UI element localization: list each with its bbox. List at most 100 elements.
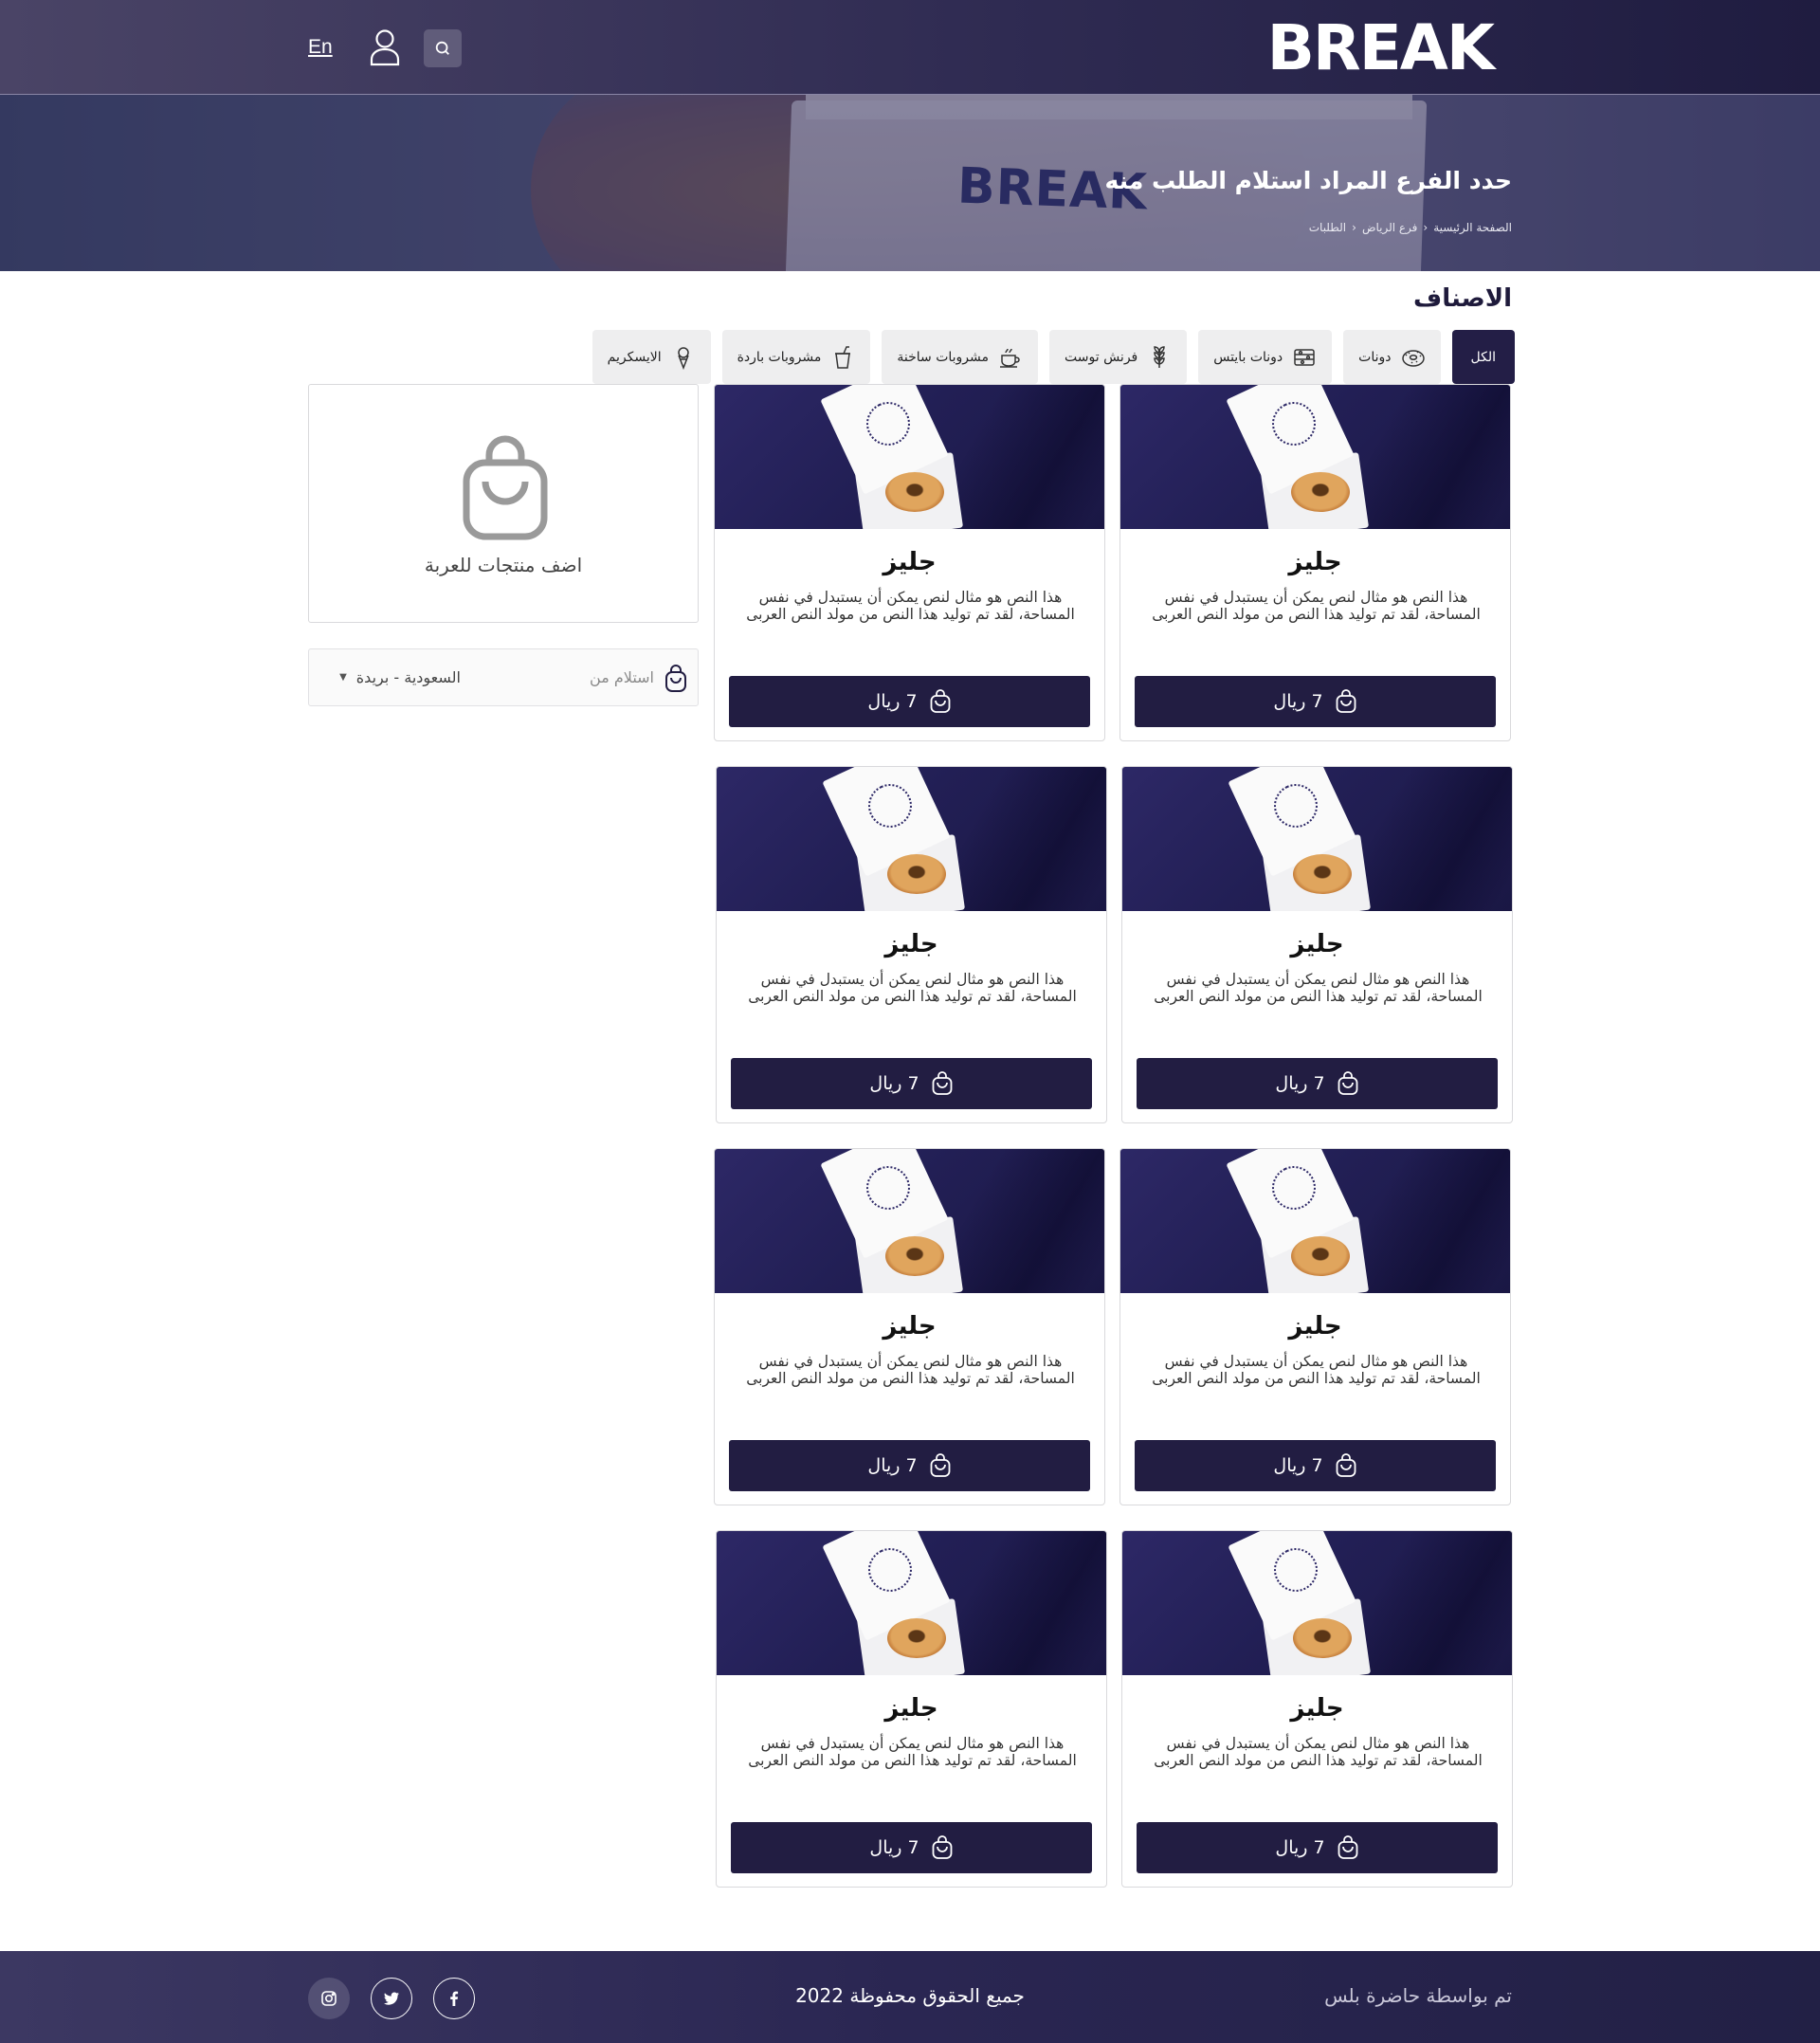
ice-cream-icon	[677, 346, 689, 370]
donut-photo	[1291, 1236, 1350, 1276]
product-description: هذا النص هو مثال لنص يمكن أن يستبدل في ن…	[1152, 1353, 1481, 1387]
product-image	[1120, 385, 1510, 529]
footer-copyright: جميع الحقوق محفوظة 2022	[795, 1984, 1025, 2007]
product-name: جليز	[1290, 1694, 1344, 1723]
product-name: جليز	[884, 930, 938, 958]
donut-icon	[1401, 349, 1425, 367]
tab-label: فرنش توست	[1065, 349, 1138, 365]
donut-photo	[887, 1618, 946, 1658]
coffee-cup-icon	[1000, 348, 1020, 368]
product-name: جليز	[1288, 1312, 1342, 1341]
twitter-link[interactable]	[371, 1978, 412, 2019]
donut-photo	[885, 1236, 944, 1276]
pickup-label: استلام من	[590, 668, 654, 686]
add-to-cart-button[interactable]: 7 ريال	[731, 1058, 1092, 1109]
user-account-button[interactable]	[369, 28, 401, 66]
twitter-icon	[384, 1992, 399, 2005]
tab-label: دونات بايتس	[1213, 349, 1283, 365]
product-price: 7 ريال	[867, 1455, 918, 1476]
categories-title: الاصناف	[1413, 284, 1512, 313]
tab-ice-cream[interactable]: الايسكريم	[592, 330, 711, 384]
donut-photo	[887, 854, 946, 894]
product-description: هذا النص هو مثال لنص يمكن أن يستبدل في ن…	[1154, 1735, 1483, 1769]
product-image	[1122, 1531, 1512, 1675]
cart-panel: اضف منتجات للعربة	[308, 384, 699, 623]
language-switch-link[interactable]: En	[308, 36, 333, 59]
breadcrumb-home[interactable]: الصفحة الرئيسية	[1433, 221, 1512, 234]
category-tabs: الكل دونات دونات بايتس فرنش توست مشروبات…	[592, 330, 1515, 384]
brand-logo[interactable]: BREAK	[1267, 11, 1495, 84]
breadcrumb-current: الطلبات	[1308, 221, 1347, 234]
hero-overlay	[0, 95, 1820, 271]
instagram-icon	[321, 1991, 337, 2006]
product-card[interactable]: جليز هذا النص هو مثال لنص يمكن أن يستبدل…	[714, 384, 1105, 741]
pickup-branch-selector[interactable]: استلام من السعودية - بريدة ▼	[308, 648, 699, 706]
product-card[interactable]: جليز هذا النص هو مثال لنص يمكن أن يستبدل…	[714, 1148, 1105, 1505]
product-price: 7 ريال	[867, 691, 918, 712]
product-price: 7 ريال	[1275, 1837, 1325, 1858]
shopping-bag-icon	[1336, 1453, 1356, 1477]
product-description: هذا النص هو مثال لنص يمكن أن يستبدل في ن…	[1154, 971, 1483, 1005]
product-image	[717, 1531, 1106, 1675]
pickup-branch-dropdown[interactable]: السعودية - بريدة ▼	[339, 668, 461, 686]
tab-cold-drinks[interactable]: مشروبات باردة	[721, 330, 871, 384]
add-to-cart-button[interactable]: 7 ريال	[1137, 1822, 1498, 1873]
tab-label: مشروبات باردة	[737, 349, 822, 365]
donut-photo	[1293, 1618, 1352, 1658]
tab-hot-drinks[interactable]: مشروبات ساخنة	[882, 330, 1039, 384]
donut-bites-icon	[1294, 348, 1315, 366]
cold-drink-icon	[835, 345, 851, 369]
user-icon	[370, 29, 400, 66]
shopping-bag-icon	[1338, 1071, 1358, 1095]
product-card[interactable]: جليز هذا النص هو مثال لنص يمكن أن يستبدل…	[716, 766, 1107, 1123]
tab-donuts[interactable]: دونات	[1343, 330, 1441, 384]
product-image	[1120, 1149, 1510, 1293]
product-card[interactable]: جليز هذا النص هو مثال لنص يمكن أن يستبدل…	[1121, 1530, 1513, 1888]
cart-empty-text: اضف منتجات للعربة	[424, 554, 583, 576]
product-price: 7 ريال	[869, 1073, 919, 1094]
add-to-cart-button[interactable]: 7 ريال	[1135, 1440, 1496, 1491]
product-description: هذا النص هو مثال لنص يمكن أن يستبدل في ن…	[746, 589, 1075, 623]
product-description: هذا النص هو مثال لنص يمكن أن يستبدل في ن…	[746, 1353, 1075, 1387]
tab-all[interactable]: الكل	[1451, 330, 1515, 384]
shopping-bag-icon	[463, 435, 548, 540]
product-card[interactable]: جليز هذا النص هو مثال لنص يمكن أن يستبدل…	[1121, 766, 1513, 1123]
tab-french-toast[interactable]: فرنش توست	[1049, 330, 1188, 384]
shopping-bag-icon	[665, 665, 686, 692]
product-image	[715, 1149, 1104, 1293]
donut-photo	[1293, 854, 1352, 894]
chevron-left-icon: ‹	[1352, 221, 1356, 234]
product-price: 7 ريال	[1273, 1455, 1323, 1476]
product-description: هذا النص هو مثال لنص يمكن أن يستبدل في ن…	[1152, 589, 1481, 623]
add-to-cart-button[interactable]: 7 ريال	[729, 1440, 1090, 1491]
product-card[interactable]: جليز هذا النص هو مثال لنص يمكن أن يستبدل…	[716, 1530, 1107, 1888]
product-name: جليز	[883, 548, 937, 576]
search-icon	[435, 41, 449, 55]
shopping-bag-icon	[930, 689, 951, 713]
tab-label: مشروبات ساخنة	[897, 349, 990, 365]
donut-photo	[885, 472, 944, 512]
shopping-bag-icon	[930, 1453, 951, 1477]
instagram-link[interactable]	[308, 1978, 350, 2019]
product-card[interactable]: جليز هذا النص هو مثال لنص يمكن أن يستبدل…	[1119, 1148, 1511, 1505]
product-image	[1122, 767, 1512, 911]
facebook-link[interactable]	[433, 1978, 475, 2019]
product-name: جليز	[1290, 930, 1344, 958]
add-to-cart-button[interactable]: 7 ريال	[1135, 676, 1496, 727]
breadcrumb: الصفحة الرئيسية ‹ فرع الرياض ‹ الطلبات	[1309, 221, 1512, 234]
shopping-bag-icon	[1336, 689, 1356, 713]
product-image	[717, 767, 1106, 911]
shopping-bag-icon	[1338, 1835, 1358, 1859]
add-to-cart-button[interactable]: 7 ريال	[731, 1822, 1092, 1873]
add-to-cart-button[interactable]: 7 ريال	[729, 676, 1090, 727]
add-to-cart-button[interactable]: 7 ريال	[1137, 1058, 1498, 1109]
search-button[interactable]	[424, 29, 462, 67]
breadcrumb-branch[interactable]: فرع الرياض	[1362, 221, 1417, 234]
donut-photo	[1291, 472, 1350, 512]
chevron-left-icon: ‹	[1423, 221, 1429, 234]
tab-donut-bites[interactable]: دونات بايتس	[1198, 330, 1333, 384]
caret-down-icon: ▼	[339, 672, 347, 683]
product-name: جليز	[883, 1312, 937, 1341]
product-name: جليز	[1288, 548, 1342, 576]
product-card[interactable]: جليز هذا النص هو مثال لنص يمكن أن يستبدل…	[1119, 384, 1511, 741]
